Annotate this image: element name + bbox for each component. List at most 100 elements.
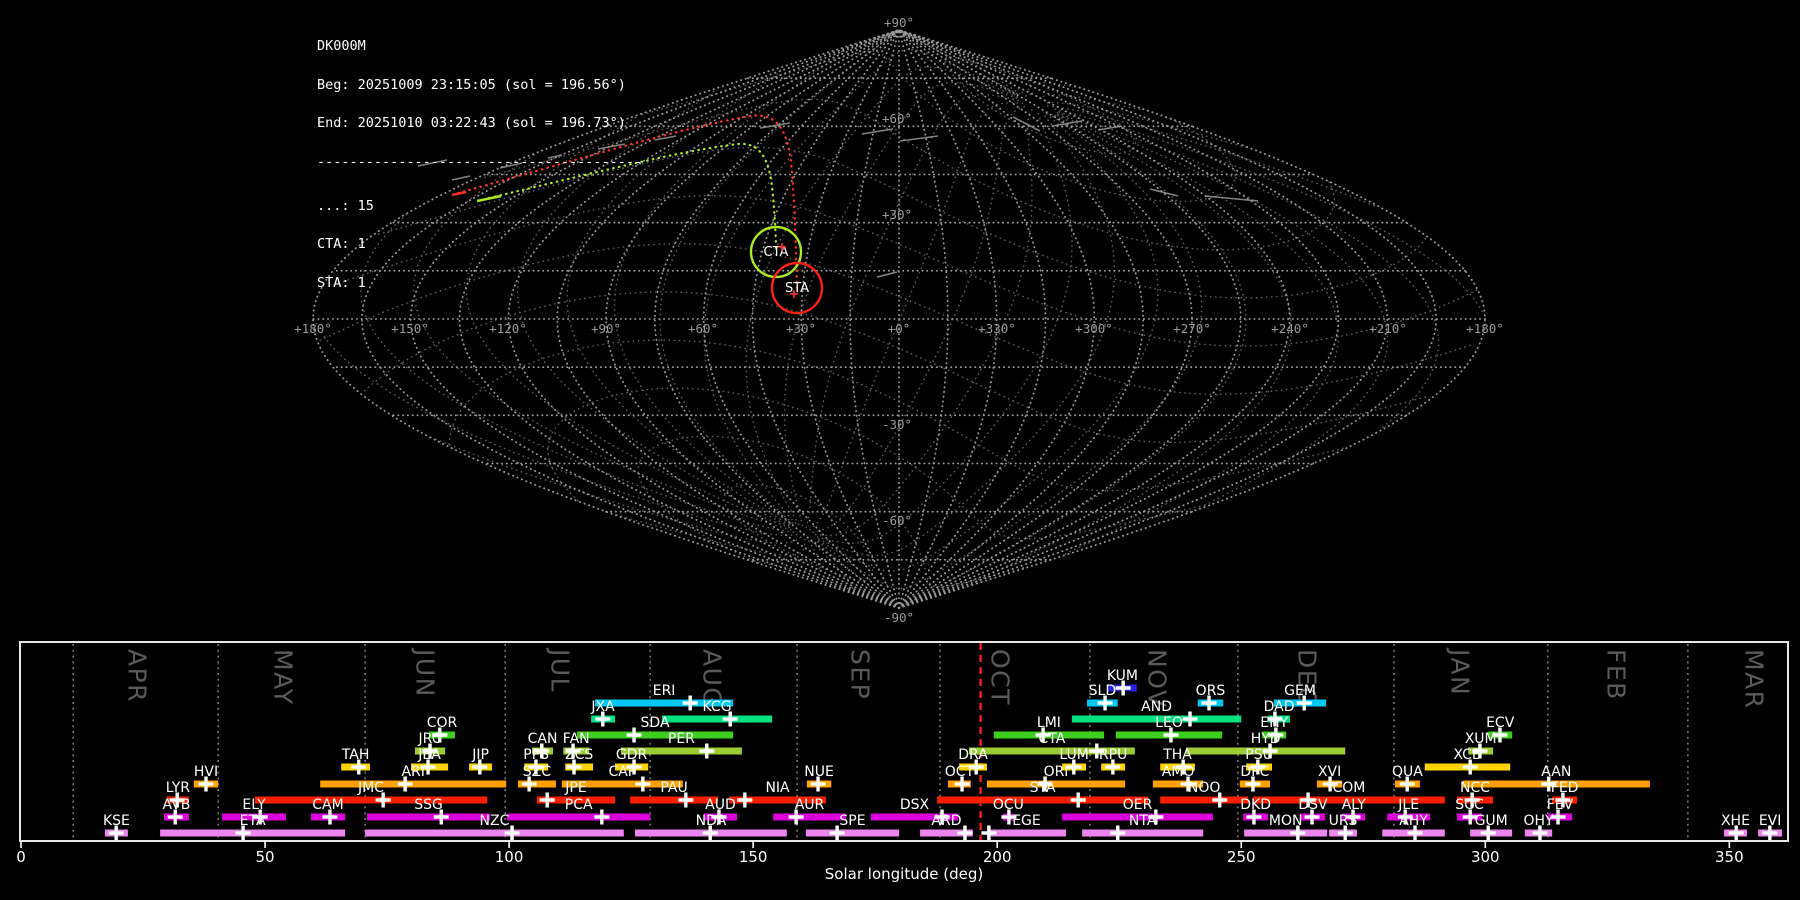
- meteor-streak: [862, 129, 893, 134]
- shower-label-DKD: DKD: [1240, 797, 1271, 813]
- peak-marker-PCA: [594, 810, 609, 825]
- x-axis-tick-label: 300: [1471, 848, 1500, 866]
- shower-label-JIP: JIP: [471, 747, 489, 763]
- shower-label-SCC: SCC: [1455, 797, 1484, 813]
- shower-label-FED: FED: [1551, 780, 1579, 796]
- shower-label-LEO: LEO: [1155, 715, 1183, 731]
- shower-bar-NOO: [1160, 797, 1248, 804]
- shower-label-DSV: DSV: [1298, 797, 1328, 813]
- x-axis-tick-label: 250: [1227, 848, 1256, 866]
- shower-label-HVI: HVI: [194, 764, 218, 780]
- month-label-MAR: MAR: [1740, 649, 1769, 710]
- month-label-OCT: OCT: [986, 649, 1015, 706]
- shower-bar-NZC: [365, 830, 624, 837]
- shower-label-DAD: DAD: [1264, 699, 1295, 715]
- shower-bar-EGE: [987, 830, 1066, 837]
- shower-label-COM: COM: [1332, 780, 1365, 796]
- shower-label-ETA: ETA: [240, 813, 266, 829]
- x-axis-title: Solar longitude (deg): [825, 865, 983, 883]
- shower-label-JMC: JMC: [357, 780, 384, 796]
- shower-label-CAP: CAP: [608, 764, 636, 780]
- map-latitude-label: +60°: [882, 111, 912, 126]
- shower-bar-SSG: [367, 814, 490, 821]
- end-time-line: End: 20251010 03:22:43 (sol = 196.73°): [317, 117, 642, 130]
- shower-bar-KCG: [662, 716, 772, 723]
- peak-marker-NIA: [737, 793, 752, 808]
- peak-marker-PER: [699, 744, 714, 759]
- shower-label-JLE: JLE: [1397, 797, 1419, 813]
- shower-label-KUM: KUM: [1107, 668, 1138, 684]
- x-axis-tick-label: 100: [495, 848, 524, 866]
- shower-label-XCB: XCB: [1454, 747, 1482, 763]
- month-label-FEB: FEB: [1602, 649, 1631, 701]
- equatorial-graticule-line: [818, 115, 1202, 589]
- x-axis-tick-label: 50: [256, 848, 275, 866]
- shower-label-PCA: PCA: [565, 797, 593, 813]
- month-label-SEP: SEP: [846, 649, 875, 700]
- map-longitude-label: +210°: [1369, 321, 1407, 336]
- shower-label-GUM: GUM: [1475, 813, 1508, 829]
- shower-label-JRC: JRC: [418, 731, 442, 747]
- sporadic-count: ...: 15: [317, 200, 642, 213]
- shower-label-TAH: TAH: [341, 747, 370, 763]
- meteor-streak: [900, 136, 938, 141]
- shower-label-FEV: FEV: [1547, 797, 1574, 813]
- shower-label-AMO: AMO: [1162, 764, 1195, 780]
- shower-label-ERI: ERI: [653, 683, 676, 699]
- month-label-JAN: JAN: [1445, 647, 1474, 696]
- shower-row-violet: KSEETANZCNDASPEARDEGENTAMONURSAHYGUMOHYX…: [103, 813, 1782, 841]
- shower-label-KSE: KSE: [103, 813, 130, 829]
- shower-label-RPU: RPU: [1099, 747, 1127, 763]
- shower-label-DPC: DPC: [1240, 764, 1269, 780]
- shower-label-AUD: AUD: [705, 797, 736, 813]
- map-latitude-label: +30°: [882, 207, 912, 222]
- equatorial-graticule-line: [810, 103, 1024, 530]
- peak-marker-CAP: [635, 777, 650, 792]
- x-axis-tick-label: 0: [16, 848, 26, 866]
- shower-label-SLD: SLD: [1089, 683, 1116, 699]
- shower-bar-NTA: [1082, 830, 1203, 837]
- peak-marker-NTA: [1110, 826, 1125, 841]
- map-latitude-label: -90°: [884, 610, 914, 625]
- shower-label-JXA: JXA: [590, 699, 615, 715]
- map-longitude-label: +150°: [391, 321, 429, 336]
- shower-bar-ARI: [320, 781, 506, 788]
- equatorial-graticule-line: [785, 83, 1019, 526]
- shower-label-DSX: DSX: [900, 797, 930, 813]
- shower-bar-SDA: [577, 732, 733, 739]
- shower-label-NTA: NTA: [1129, 813, 1157, 829]
- shower-label-ECV: ECV: [1486, 715, 1515, 731]
- shower-label-LMI: LMI: [1037, 715, 1061, 731]
- x-axis-tick-label: 150: [739, 848, 768, 866]
- map-longitude-label: +180°: [294, 321, 332, 336]
- month-label-text: JUN: [411, 647, 440, 698]
- peak-marker-STA: [1071, 793, 1086, 808]
- shower-label-URS: URS: [1329, 813, 1358, 829]
- peak-marker-AND: [1182, 712, 1197, 727]
- shower-bar-SPE: [806, 830, 899, 837]
- shower-row-red: LYRJMCJPEPAUNIASTANOOCOMNCCFED: [166, 780, 1579, 808]
- map-longitude-label: +330°: [978, 321, 1016, 336]
- shower-label-AVB: AVB: [163, 797, 191, 813]
- shower-label-AAN: AAN: [1541, 764, 1571, 780]
- shower-label-ZCS: ZCS: [565, 747, 593, 763]
- shower-label-ORI: ORI: [1044, 764, 1069, 780]
- month-label-text: JAN: [1445, 647, 1474, 696]
- shower-label-NOO: NOO: [1188, 780, 1221, 796]
- shower-label-OCT: OCT: [945, 764, 975, 780]
- shower-label-SDA: SDA: [641, 715, 670, 731]
- peak-marker-ERI: [683, 696, 698, 711]
- shower-activity-chart: APRMAYJUNJULAUGSEPOCTNOVDECJANFEBMARKUME…: [16, 642, 1788, 883]
- shower-label-ARI: ARI: [401, 764, 424, 780]
- shower-label-NIA: NIA: [765, 780, 790, 796]
- month-label-text: APR: [123, 649, 152, 703]
- begin-time-line: Beg: 20251009 23:15:05 (sol = 196.56°): [317, 79, 642, 92]
- shower-label-OCU: OCU: [993, 797, 1024, 813]
- month-label-text: MAY: [269, 649, 298, 706]
- shower-label-AUR: AUR: [795, 797, 825, 813]
- shower-label-SSG: SSG: [414, 797, 443, 813]
- shower-label-FAN: FAN: [563, 731, 590, 747]
- shower-label-PPS: PPS: [523, 747, 549, 763]
- month-label-text: MAR: [1740, 649, 1769, 710]
- shower-row-green: CORSDALMILEOEHYECV: [427, 715, 1515, 743]
